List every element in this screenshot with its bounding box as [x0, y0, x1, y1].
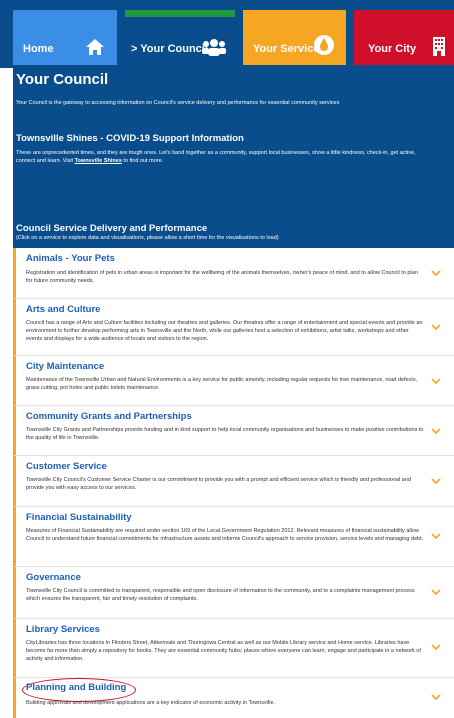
- water-drop-icon: [314, 34, 334, 59]
- service-item[interactable]: Financial Sustainability Measures of Fin…: [13, 507, 454, 567]
- chevron-down-icon[interactable]: [430, 267, 442, 279]
- service-title[interactable]: Animals - Your Pets: [26, 253, 115, 264]
- chevron-down-icon[interactable]: [430, 475, 442, 487]
- nav-tile-your-services[interactable]: Your Services: [243, 10, 346, 65]
- building-icon: [430, 36, 448, 59]
- service-title[interactable]: Library Services: [26, 624, 100, 635]
- chevron-down-icon[interactable]: [430, 691, 442, 703]
- covid-text: These are unprecedented times, and they …: [16, 149, 436, 165]
- service-item[interactable]: Customer Service Townsville City Council…: [13, 456, 454, 507]
- section-title: Council Service Delivery and Performance: [16, 223, 208, 234]
- service-desc: Townsville City Grants and Partnerships …: [26, 427, 424, 441]
- nav-tile-home[interactable]: Home: [13, 10, 117, 65]
- service-desc: Measures of Financial Sustainability are…: [26, 528, 424, 542]
- page-title: Your Council: [16, 71, 109, 88]
- nav-tile-label: Home: [23, 43, 54, 55]
- services-list: Animals - Your Pets Registration and ide…: [13, 248, 454, 718]
- service-desc: Council has a range of Arts and Culture …: [26, 320, 423, 342]
- service-desc: Townsville City Council is committed to …: [26, 588, 415, 602]
- people-icon: [201, 38, 227, 59]
- service-item[interactable]: Animals - Your Pets Registration and ide…: [13, 248, 454, 299]
- service-item[interactable]: City Maintenance Maintenance of the Town…: [13, 356, 454, 406]
- service-item[interactable]: Arts and Culture Council has a range of …: [13, 299, 454, 356]
- nav-tile-your-city[interactable]: Your City: [354, 10, 454, 65]
- service-desc: Maintenance of the Townsville Urban and …: [26, 377, 418, 391]
- service-title[interactable]: Planning and Building: [26, 682, 126, 693]
- service-desc: Townsville City Council's Customer Servi…: [26, 477, 411, 491]
- service-item[interactable]: Planning and Building Building approvals…: [13, 678, 454, 718]
- chevron-down-icon[interactable]: [430, 375, 442, 387]
- townsville-shines-link[interactable]: Townsville Shines: [75, 158, 122, 164]
- chevron-down-icon[interactable]: [430, 321, 442, 333]
- covid-title: Townsville Shines - COVID-19 Support Inf…: [16, 133, 244, 144]
- intro-text: Your Council is the gateway to accessing…: [16, 100, 340, 106]
- chevron-down-icon[interactable]: [430, 530, 442, 542]
- service-title[interactable]: City Maintenance: [26, 361, 104, 372]
- service-title[interactable]: Arts and Culture: [26, 304, 100, 315]
- council-intro-panel: Your Council Your Council is the gateway…: [13, 68, 454, 248]
- service-title[interactable]: Governance: [26, 572, 81, 583]
- service-desc: Registration and identification of pets …: [26, 270, 418, 284]
- service-desc: Building approvals and development appli…: [26, 700, 276, 706]
- service-title[interactable]: Community Grants and Partnerships: [26, 411, 192, 422]
- top-nav: Home > Your Council Your Services Your C…: [0, 0, 454, 68]
- chevron-down-icon[interactable]: [430, 641, 442, 653]
- service-item[interactable]: Governance Townsville City Council is co…: [13, 567, 454, 619]
- service-title[interactable]: Financial Sustainability: [26, 512, 132, 523]
- service-item[interactable]: Community Grants and Partnerships Townsv…: [13, 406, 454, 456]
- service-item[interactable]: Library Services CityLibraries has three…: [13, 619, 454, 678]
- nav-tile-label: Your City: [368, 43, 417, 55]
- home-icon: [85, 38, 105, 59]
- chevron-down-icon[interactable]: [430, 425, 442, 437]
- covid-end: to find out more.: [123, 158, 164, 164]
- nav-tile-label: > Your Council: [131, 43, 208, 55]
- section-subtitle: (Click on a service to explore data and …: [16, 235, 279, 241]
- nav-tile-your-council[interactable]: > Your Council: [125, 10, 235, 65]
- chevron-down-icon[interactable]: [430, 586, 442, 598]
- service-desc: CityLibraries has three locations in Fli…: [26, 640, 421, 662]
- service-title[interactable]: Customer Service: [26, 461, 107, 472]
